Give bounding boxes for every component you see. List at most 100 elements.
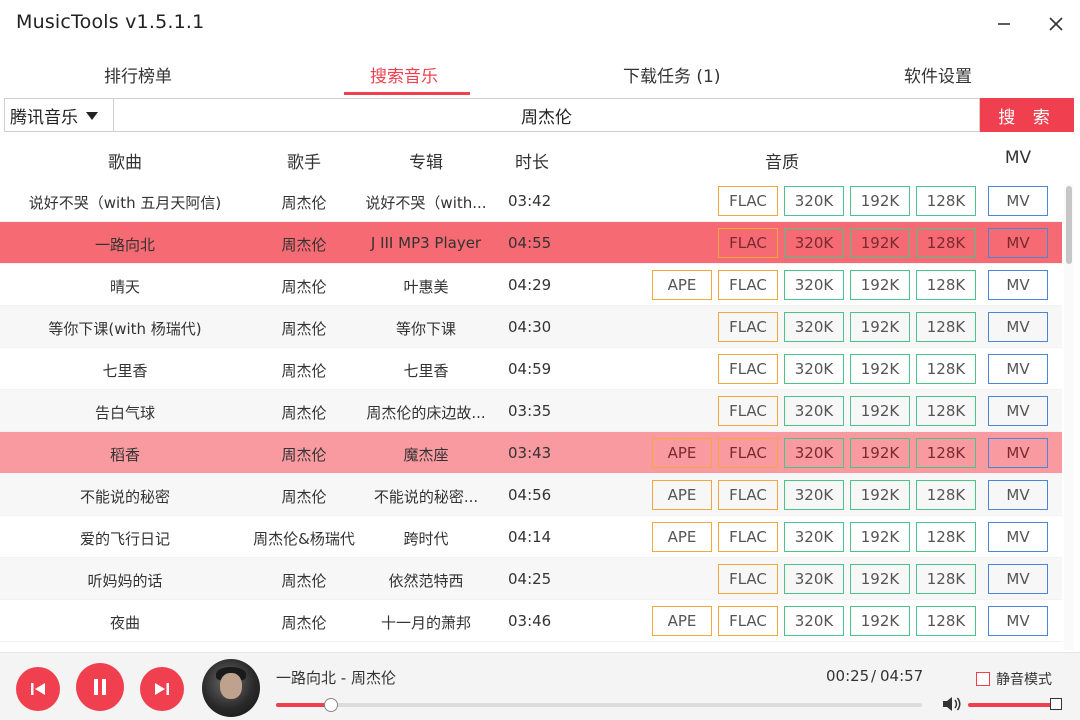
flac-download-button[interactable]: FLAC — [718, 480, 778, 510]
song-title: 不能说的秘密 — [79, 488, 170, 506]
flac-download-button[interactable]: FLAC — [718, 522, 778, 552]
mv-button[interactable]: MV — [988, 270, 1048, 300]
tab-settings[interactable]: 软件设置 — [904, 62, 972, 87]
320k-download-button[interactable]: 320K — [784, 186, 844, 216]
192k-download-button[interactable]: 192K — [850, 312, 910, 342]
song-row[interactable]: 夜曲 周杰伦 十一月的萧邦 03:46 APE FLAC 320K 192K 128K MV — [0, 600, 1062, 642]
volume-icon[interactable] — [942, 695, 962, 717]
search-input[interactable] — [114, 98, 980, 132]
320k-download-button[interactable]: 320K — [784, 228, 844, 258]
scrollbar[interactable] — [1064, 184, 1074, 650]
128k-download-button[interactable]: 128K — [916, 270, 976, 300]
flac-download-button[interactable]: FLAC — [718, 270, 778, 300]
flac-download-button[interactable]: FLAC — [718, 228, 778, 258]
tab-charts[interactable]: 排行榜单 — [104, 62, 172, 87]
128k-download-button[interactable]: 128K — [916, 480, 976, 510]
song-album: 跨时代 — [403, 530, 449, 548]
progress-handle[interactable] — [323, 698, 338, 712]
song-row[interactable]: 听妈妈的话 周杰伦 依然范特西 04:25 FLAC 320K 192K 128K MV — [0, 558, 1062, 600]
album-art — [202, 659, 260, 717]
tab-downloads[interactable]: 下载任务 (1) — [623, 62, 720, 87]
320k-download-button[interactable]: 320K — [784, 564, 844, 594]
progress-bar[interactable] — [276, 698, 922, 712]
song-row[interactable]: 七里香 周杰伦 七里香 04:59 FLAC 320K 192K 128K MV — [0, 348, 1062, 390]
progress-fill — [276, 703, 331, 707]
128k-download-button[interactable]: 128K — [916, 228, 976, 258]
128k-download-button[interactable]: 128K — [916, 522, 976, 552]
192k-download-button[interactable]: 192K — [850, 228, 910, 258]
128k-download-button[interactable]: 128K — [916, 312, 976, 342]
128k-download-button[interactable]: 128K — [916, 564, 976, 594]
title-bar: MusicTools v1.5.1.1 — [0, 0, 1080, 48]
flac-download-button[interactable]: FLAC — [718, 606, 778, 636]
mv-button[interactable]: MV — [988, 228, 1048, 258]
song-title: 听妈妈的话 — [87, 572, 163, 590]
ape-download-button[interactable]: APE — [652, 438, 712, 468]
320k-download-button[interactable]: 320K — [784, 270, 844, 300]
192k-download-button[interactable]: 192K — [850, 606, 910, 636]
close-button[interactable] — [1042, 10, 1070, 38]
previous-button[interactable] — [16, 667, 60, 711]
mv-button[interactable]: MV — [988, 354, 1048, 384]
mute-checkbox[interactable] — [976, 672, 990, 686]
128k-download-button[interactable]: 128K — [916, 396, 976, 426]
mv-button[interactable]: MV — [988, 480, 1048, 510]
song-row[interactable]: 等你下课(with 杨瑞代) 周杰伦 等你下课 04:30 FLAC 320K 192K 12… — [0, 306, 1062, 348]
mv-button[interactable]: MV — [988, 522, 1048, 552]
ape-download-button[interactable]: APE — [652, 606, 712, 636]
128k-download-button[interactable]: 128K — [916, 354, 976, 384]
search-button[interactable]: 搜 索 — [980, 98, 1074, 132]
song-row[interactable]: 不能说的秘密 周杰伦 不能说的秘密... 04:56 APE FLAC 320K 192K 12… — [0, 474, 1062, 516]
ape-download-button[interactable]: APE — [652, 270, 712, 300]
ape-download-button[interactable]: APE — [652, 480, 712, 510]
192k-download-button[interactable]: 192K — [850, 354, 910, 384]
tab-search-music[interactable]: 搜索音乐 — [370, 62, 438, 87]
128k-download-button[interactable]: 128K — [916, 606, 976, 636]
flac-download-button[interactable]: FLAC — [718, 438, 778, 468]
mv-button[interactable]: MV — [988, 606, 1048, 636]
volume-handle[interactable] — [1050, 698, 1062, 710]
flac-download-button[interactable]: FLAC — [718, 396, 778, 426]
mv-button[interactable]: MV — [988, 186, 1048, 216]
next-button[interactable] — [140, 667, 184, 711]
192k-download-button[interactable]: 192K — [850, 270, 910, 300]
128k-download-button[interactable]: 128K — [916, 186, 976, 216]
flac-download-button[interactable]: FLAC — [718, 564, 778, 594]
column-header-album: 专辑 — [409, 153, 443, 173]
flac-download-button[interactable]: FLAC — [718, 354, 778, 384]
192k-download-button[interactable]: 192K — [850, 438, 910, 468]
320k-download-button[interactable]: 320K — [784, 396, 844, 426]
minimize-button[interactable] — [990, 10, 1018, 38]
192k-download-button[interactable]: 192K — [850, 396, 910, 426]
192k-download-button[interactable]: 192K — [850, 522, 910, 552]
mv-button[interactable]: MV — [988, 564, 1048, 594]
pause-button[interactable] — [76, 663, 124, 711]
128k-download-button[interactable]: 128K — [916, 438, 976, 468]
mv-button[interactable]: MV — [988, 312, 1048, 342]
scrollbar-thumb[interactable] — [1066, 186, 1072, 264]
song-artist: 周杰伦&杨瑞代 — [253, 530, 355, 548]
192k-download-button[interactable]: 192K — [850, 186, 910, 216]
song-album: 七里香 — [403, 362, 449, 380]
volume-slider[interactable] — [968, 703, 1058, 707]
320k-download-button[interactable]: 320K — [784, 522, 844, 552]
192k-download-button[interactable]: 192K — [850, 480, 910, 510]
320k-download-button[interactable]: 320K — [784, 606, 844, 636]
ape-download-button[interactable]: APE — [652, 522, 712, 552]
song-row[interactable]: 一路向北 周杰伦 J III MP3 Player 04:55 FLAC 320K 192K… — [0, 222, 1062, 264]
320k-download-button[interactable]: 320K — [784, 438, 844, 468]
320k-download-button[interactable]: 320K — [784, 312, 844, 342]
song-row[interactable]: 晴天 周杰伦 叶惠美 04:29 APE FLAC 320K 192K 128K MV — [0, 264, 1062, 306]
mv-button[interactable]: MV — [988, 438, 1048, 468]
flac-download-button[interactable]: FLAC — [718, 312, 778, 342]
song-row[interactable]: 爱的飞行日记 周杰伦&杨瑞代 跨时代 04:14 APE FLAC 320K 192K 128K… — [0, 516, 1062, 558]
320k-download-button[interactable]: 320K — [784, 480, 844, 510]
source-select[interactable]: 腾讯音乐 — [4, 98, 114, 132]
song-row[interactable]: 告白气球 周杰伦 周杰伦的床边故... 03:35 FLAC 320K 192K 128K MV — [0, 390, 1062, 432]
flac-download-button[interactable]: FLAC — [718, 186, 778, 216]
song-row[interactable]: 稻香 周杰伦 魔杰座 03:43 APE FLAC 320K 192K 128K MV — [0, 432, 1062, 474]
song-row[interactable]: 说好不哭（with 五月天阿信) 周杰伦 说好不哭（with... 03:42 FLAC… — [0, 180, 1062, 222]
192k-download-button[interactable]: 192K — [850, 564, 910, 594]
320k-download-button[interactable]: 320K — [784, 354, 844, 384]
mv-button[interactable]: MV — [988, 396, 1048, 426]
